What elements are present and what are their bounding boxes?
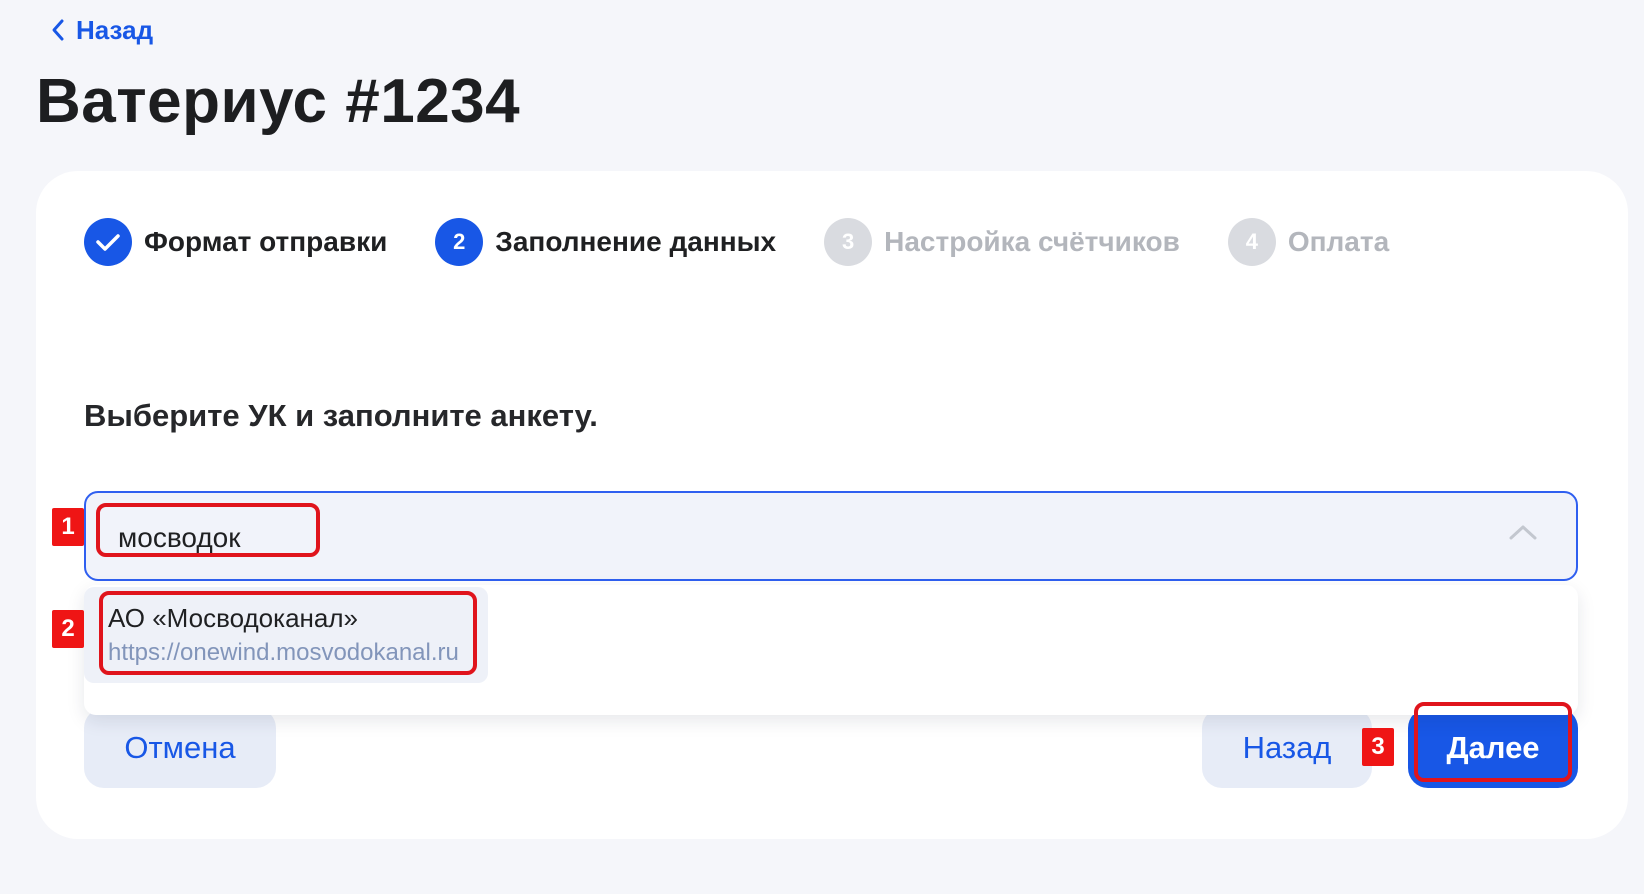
- chevron-up-icon[interactable]: [1508, 523, 1538, 541]
- form-instruction: Выберите УК и заполните анкету.: [84, 398, 598, 433]
- step-label: Формат отправки: [144, 226, 388, 257]
- step-label: Оплата: [1287, 226, 1390, 257]
- step-done-circle: [84, 218, 132, 266]
- step-number: 2: [435, 218, 484, 266]
- step-format: Формат отправки: [84, 218, 387, 266]
- step-marker-3: 3: [1362, 728, 1394, 766]
- step-number: 4: [1227, 218, 1276, 266]
- next-button[interactable]: Далее: [1408, 708, 1578, 788]
- check-icon: [96, 234, 120, 251]
- cancel-button[interactable]: Отмена: [84, 708, 276, 788]
- step-label: Настройка счётчиков: [884, 226, 1180, 257]
- step-label: Заполнение данных: [495, 226, 777, 257]
- step-marker-1: 1: [52, 508, 84, 546]
- back-button[interactable]: Назад: [1202, 708, 1372, 788]
- option-url: https://onewind.mosvodokanal.ru: [108, 639, 459, 666]
- step-number: 3: [824, 218, 873, 266]
- step-meters: 3 Настройка счётчиков: [824, 218, 1180, 266]
- dropdown-option[interactable]: АО «Мосводоканал» https://onewind.mosvod…: [84, 587, 488, 683]
- option-name: АО «Мосводоканал»: [108, 603, 358, 633]
- chevron-left-icon: [52, 19, 64, 41]
- back-link-label: Назад: [76, 14, 154, 45]
- step-marker-2: 2: [52, 610, 84, 648]
- company-search-input[interactable]: [116, 511, 540, 565]
- company-dropdown: АО «Мосводоканал» https://onewind.mosvod…: [84, 585, 1578, 715]
- step-payment: 4 Оплата: [1227, 218, 1390, 266]
- back-link[interactable]: Назад: [50, 14, 153, 46]
- stepper: Формат отправки 2 Заполнение данных 3 На…: [84, 218, 1437, 266]
- step-data: 2 Заполнение данных: [435, 218, 776, 266]
- page-title: Ватериус #1234: [36, 67, 521, 136]
- company-select[interactable]: [84, 491, 1578, 581]
